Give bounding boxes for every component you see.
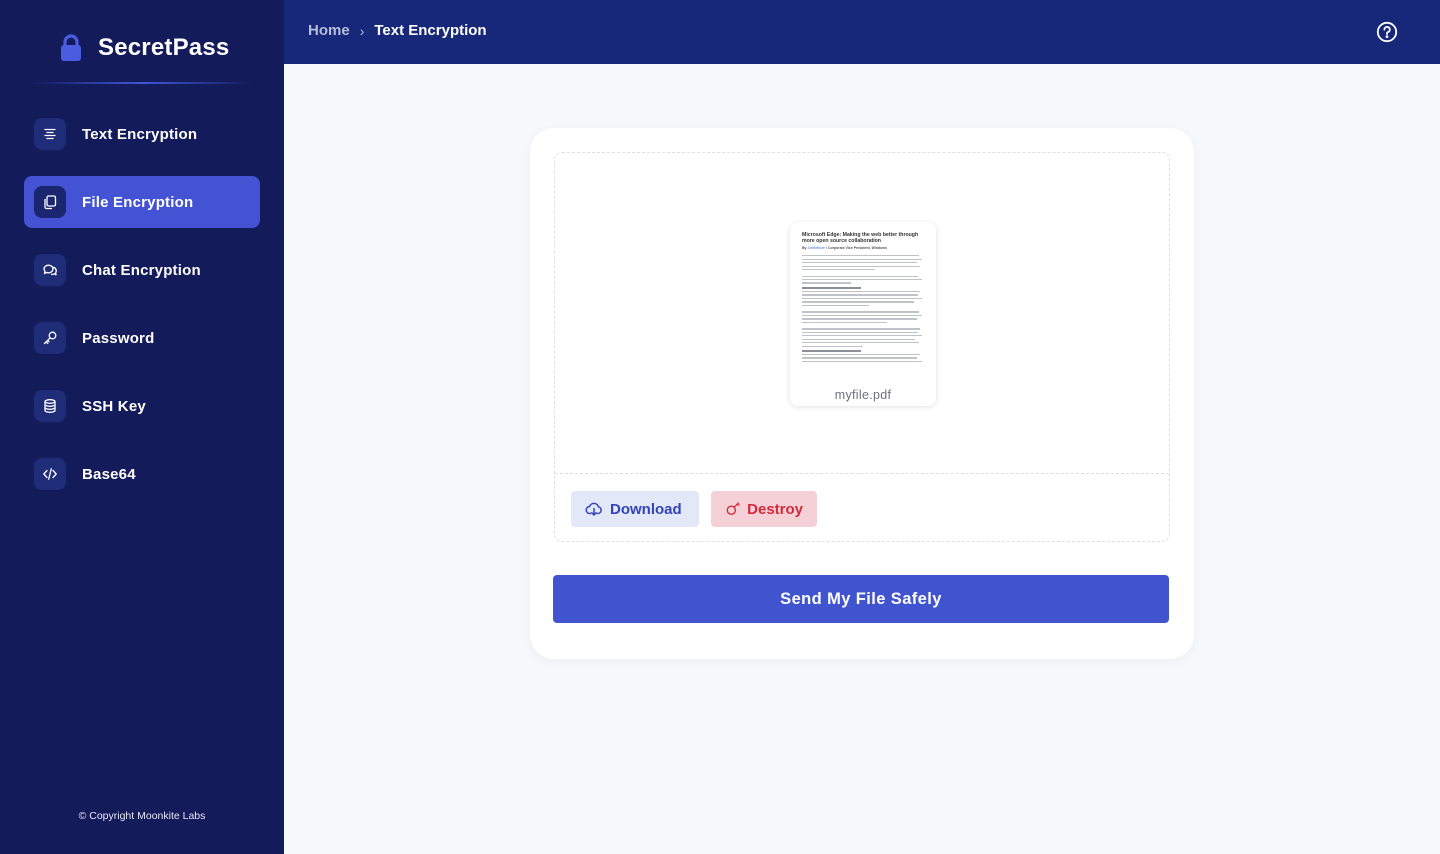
top-bar: Home › Text Encryption bbox=[284, 0, 1440, 64]
brand-divider bbox=[30, 82, 254, 84]
sidebar-item-label: Password bbox=[82, 329, 155, 347]
pdf-page-preview: Microsoft Edge: Making the web better th… bbox=[802, 232, 924, 382]
file-preview[interactable]: Microsoft Edge: Making the web better th… bbox=[790, 222, 936, 406]
cloud-download-icon bbox=[585, 502, 602, 516]
sidebar-item-label: File Encryption bbox=[82, 193, 194, 211]
sidebar-item-chat-encryption[interactable]: Chat Encryption bbox=[24, 244, 260, 296]
sidebar-item-ssh-key[interactable]: SSH Key bbox=[24, 380, 260, 432]
lock-icon bbox=[61, 34, 81, 61]
breadcrumb-current: Text Encryption bbox=[374, 22, 487, 39]
bomb-icon bbox=[726, 502, 740, 515]
sidebar-item-label: Base64 bbox=[82, 465, 136, 483]
database-icon bbox=[34, 390, 66, 422]
breadcrumb: Home › Text Encryption bbox=[308, 22, 487, 39]
breadcrumb-home[interactable]: Home bbox=[308, 22, 350, 39]
file-dropzone[interactable]: Microsoft Edge: Making the web better th… bbox=[554, 152, 1170, 542]
destroy-button[interactable]: Destroy bbox=[711, 491, 817, 527]
copyright: © Copyright Moonkite Labs bbox=[78, 810, 206, 822]
chat-bubbles-icon bbox=[34, 254, 66, 286]
code-icon bbox=[34, 458, 66, 490]
sidebar-nav: Text Encryption File Encryption Chat Enc… bbox=[24, 108, 260, 516]
file-name: myfile.pdf bbox=[834, 388, 892, 402]
files-icon bbox=[34, 186, 66, 218]
brand[interactable]: SecretPass bbox=[58, 33, 229, 63]
sidebar-item-file-encryption[interactable]: File Encryption bbox=[24, 176, 260, 228]
divider bbox=[555, 473, 1169, 474]
breadcrumb-separator: › bbox=[359, 22, 365, 39]
download-label: Download bbox=[610, 500, 682, 518]
send-file-button[interactable]: Send My File Safely bbox=[553, 575, 1169, 623]
app-name: SecretPass bbox=[98, 34, 230, 61]
sidebar-item-text-encryption[interactable]: Text Encryption bbox=[24, 108, 260, 160]
question-circle-icon[interactable] bbox=[1376, 21, 1398, 43]
sidebar-item-password[interactable]: Password bbox=[24, 312, 260, 364]
doc-title: Microsoft Edge: Making the web better th… bbox=[802, 232, 919, 244]
sidebar-item-label: Chat Encryption bbox=[82, 261, 201, 279]
file-card: Microsoft Edge: Making the web better th… bbox=[530, 128, 1194, 659]
sidebar-item-label: Text Encryption bbox=[82, 125, 198, 143]
destroy-label: Destroy bbox=[747, 500, 803, 518]
text-align-icon bbox=[34, 118, 66, 150]
sidebar: SecretPass Text Encryption File Encrypti… bbox=[0, 0, 284, 854]
file-actions: Download Destroy bbox=[571, 491, 817, 527]
sidebar-item-label: SSH Key bbox=[82, 397, 146, 415]
download-button[interactable]: Download bbox=[571, 491, 699, 527]
key-icon bbox=[34, 322, 66, 354]
sidebar-item-base64[interactable]: Base64 bbox=[24, 448, 260, 500]
